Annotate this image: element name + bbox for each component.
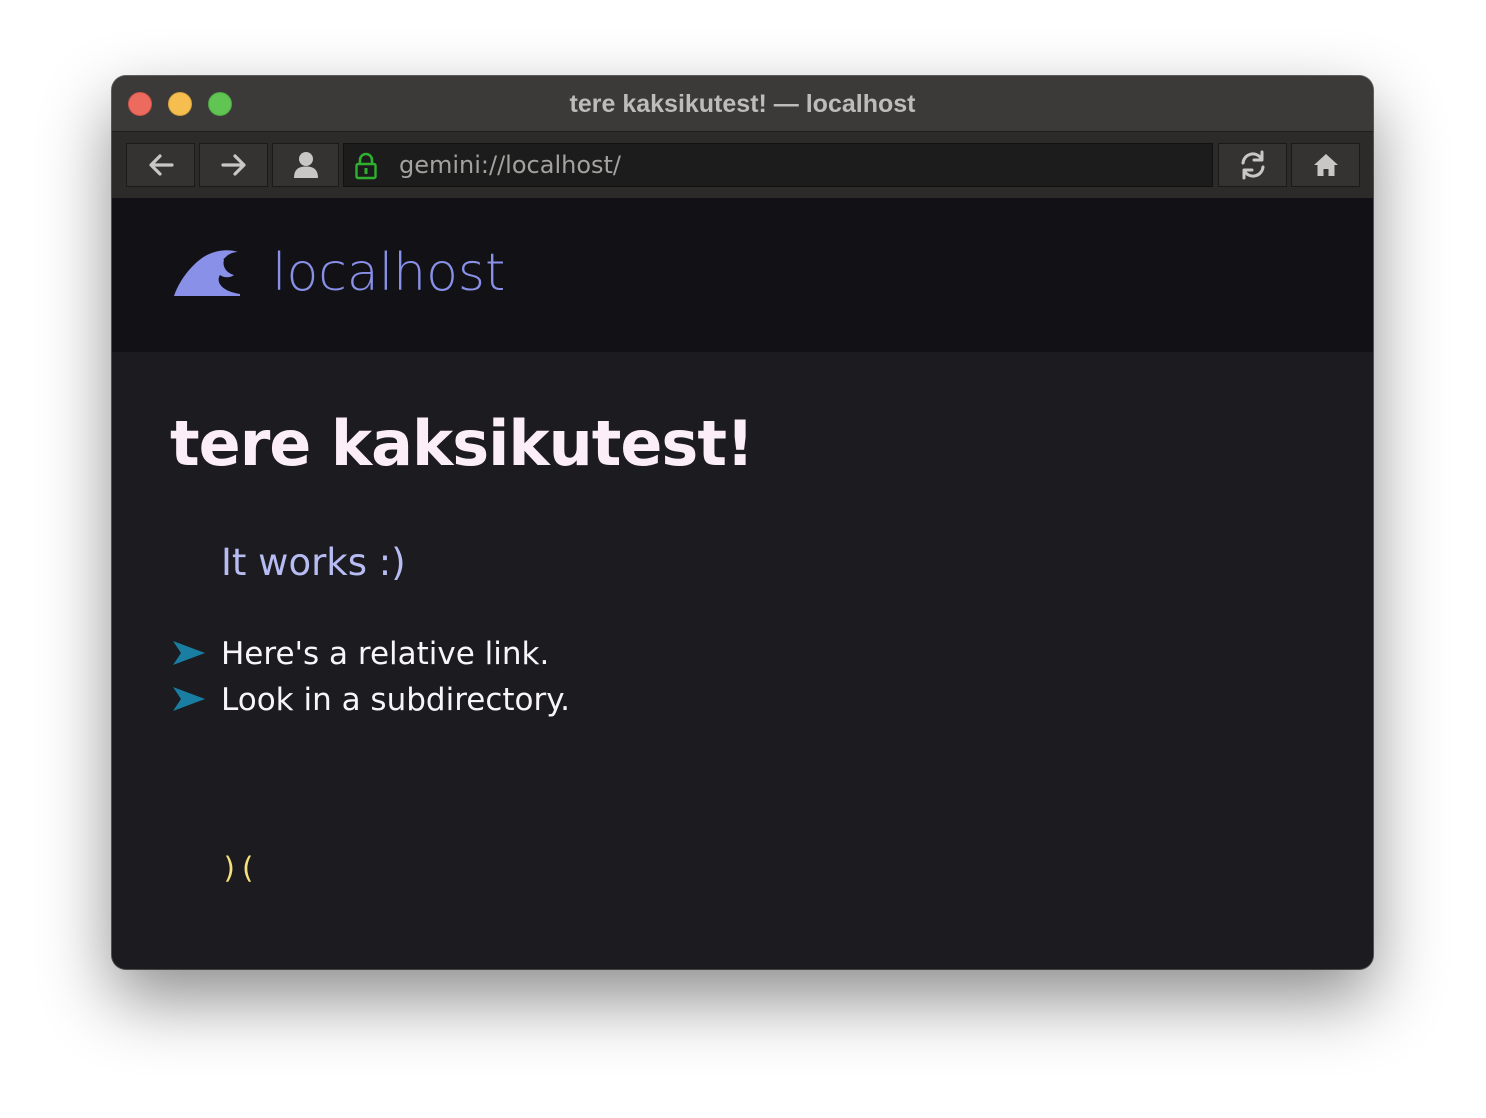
link-label[interactable]: Look in a subdirectory. xyxy=(221,678,570,722)
home-button[interactable] xyxy=(1291,143,1360,187)
arrow-bullet-icon xyxy=(173,687,205,711)
page-content: tere kaksikutest! It works :) Here's a r… xyxy=(112,352,1373,969)
person-icon xyxy=(293,152,318,178)
home-icon xyxy=(1313,154,1338,176)
arrow-right-icon xyxy=(220,154,246,176)
arrow-bullet-icon xyxy=(173,641,205,665)
wave-icon xyxy=(174,250,240,296)
navigation-toolbar: gemini://localhost/ xyxy=(112,132,1373,198)
preformatted-text: )( xyxy=(221,851,256,885)
window-title: tere kaksikutest! — localhost xyxy=(569,90,916,118)
link-label[interactable]: Here's a relative link. xyxy=(221,632,549,676)
reload-button[interactable] xyxy=(1218,143,1287,187)
browser-window: tere kaksikutest! — localhost gemini://l… xyxy=(112,76,1373,969)
arrow-left-icon xyxy=(148,154,174,176)
title-bar[interactable]: tere kaksikutest! — localhost xyxy=(112,76,1373,132)
identity-button[interactable] xyxy=(272,143,339,187)
page-heading: tere kaksikutest! xyxy=(170,407,754,480)
paragraph-text: It works :) xyxy=(221,541,406,584)
url-bar[interactable]: gemini://localhost/ xyxy=(343,143,1213,187)
site-banner: localhost xyxy=(112,198,1373,352)
lock-icon xyxy=(355,152,377,180)
back-button[interactable] xyxy=(126,143,195,187)
url-input[interactable]: gemini://localhost/ xyxy=(399,150,621,180)
forward-button[interactable] xyxy=(199,143,268,187)
site-title: localhost xyxy=(272,243,506,303)
reload-icon xyxy=(1241,150,1264,180)
